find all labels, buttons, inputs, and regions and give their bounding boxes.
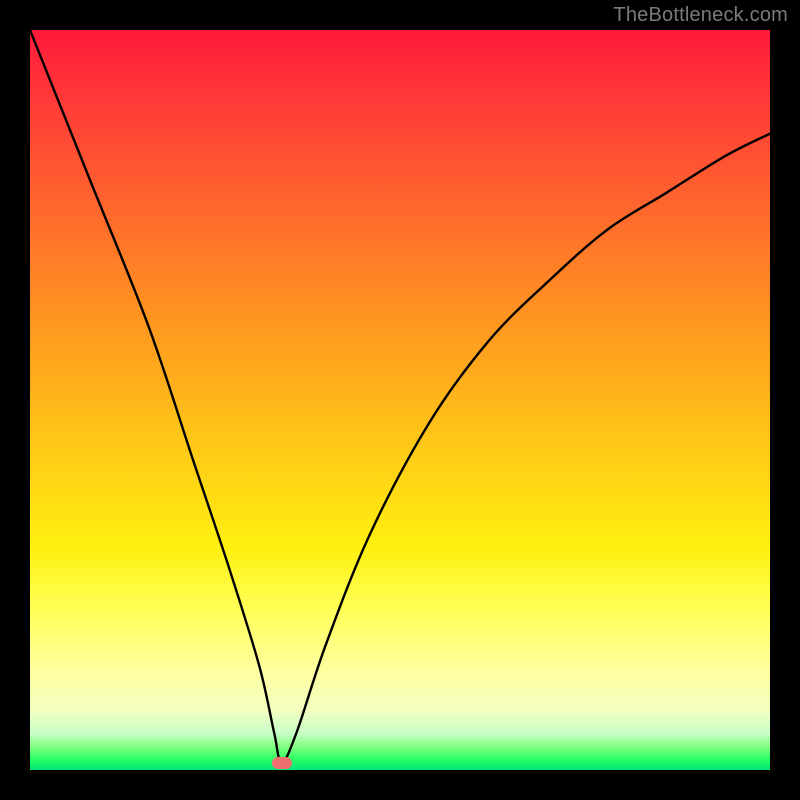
bottleneck-curve [30,30,770,770]
plot-area [30,30,770,770]
watermark-text: TheBottleneck.com [613,4,788,27]
chart-frame: TheBottleneck.com [0,0,800,800]
optimal-point-marker [272,757,292,769]
